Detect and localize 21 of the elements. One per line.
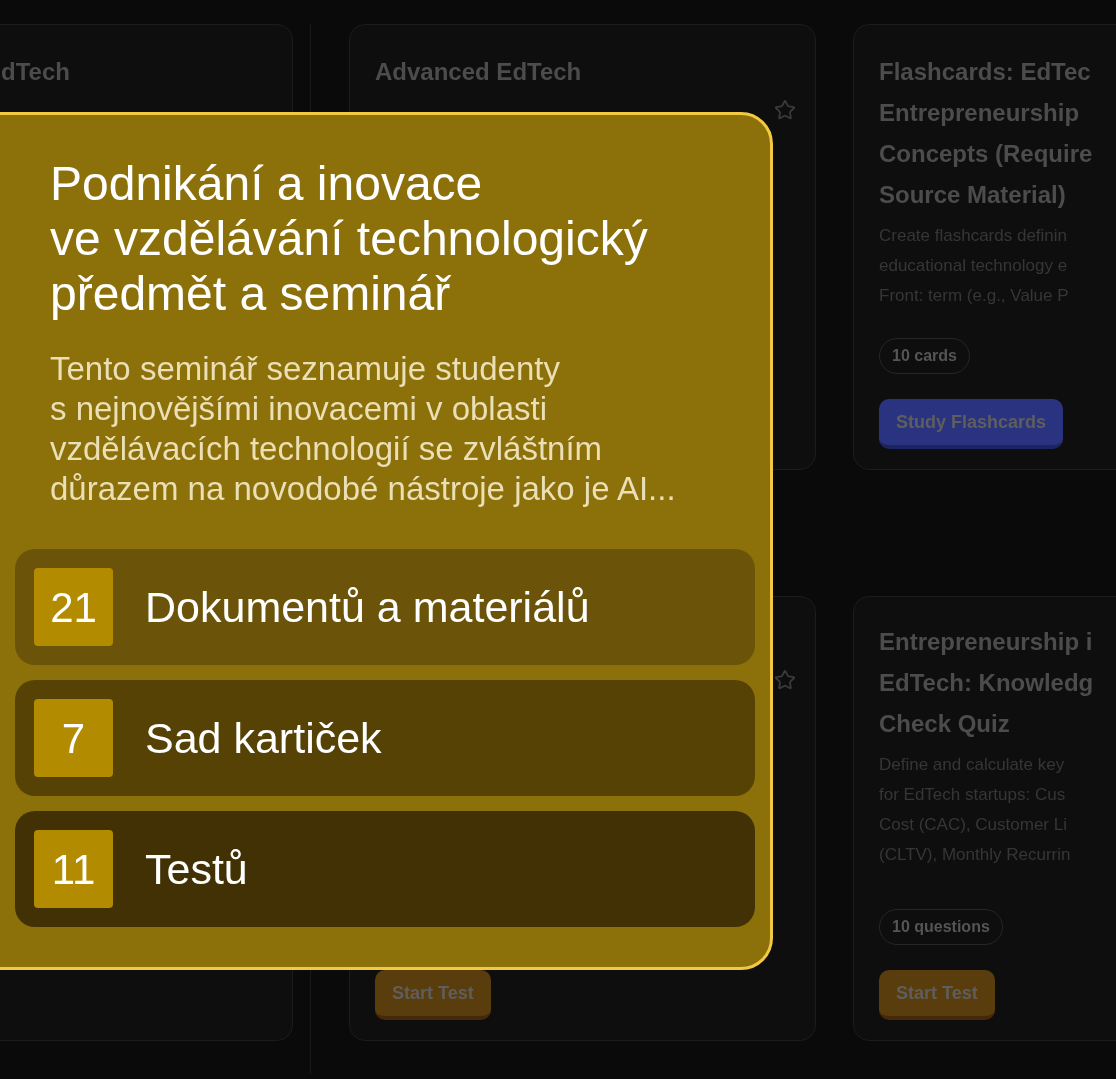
- card-title-line: Check Quiz: [879, 709, 1010, 739]
- card-title-line: dTech: [1, 57, 70, 87]
- card-title-line: EdTech: Knowledg: [879, 668, 1094, 698]
- course-title: Podnikání a inovace ve vzdělávání technologický předmět a seminář: [50, 156, 648, 321]
- card-title-line: Concepts (Require: [879, 139, 1093, 169]
- start-test-button[interactable]: Start Test: [879, 970, 995, 1020]
- card-title-line: Flashcards: EdTec: [879, 57, 1091, 87]
- stat-label: Dokumentů a materiálů: [145, 581, 590, 633]
- stat-count: 11: [34, 830, 113, 908]
- course-description: Tento seminář seznamuje studenty s nejnovějšími inovacemi v oblasti vzdělávacích technologií se zvláštním důrazem na novodobé nástroje jako je AI...: [50, 349, 676, 509]
- start-test-button[interactable]: Start Test: [375, 970, 491, 1020]
- card-title-line: Advanced EdTech: [375, 57, 582, 87]
- stat-label: Testů: [145, 843, 248, 895]
- stat-count: 21: [34, 568, 113, 646]
- star-icon[interactable]: [774, 669, 796, 691]
- card-title-line: Entrepreneurship: [879, 98, 1080, 128]
- star-icon[interactable]: [774, 99, 796, 121]
- stat-label: Sad kartiček: [145, 712, 382, 764]
- stat-count: 7: [34, 699, 113, 777]
- card-title-line: Entrepreneurship i: [879, 627, 1093, 657]
- card-title-line: Source Material): [879, 180, 1066, 210]
